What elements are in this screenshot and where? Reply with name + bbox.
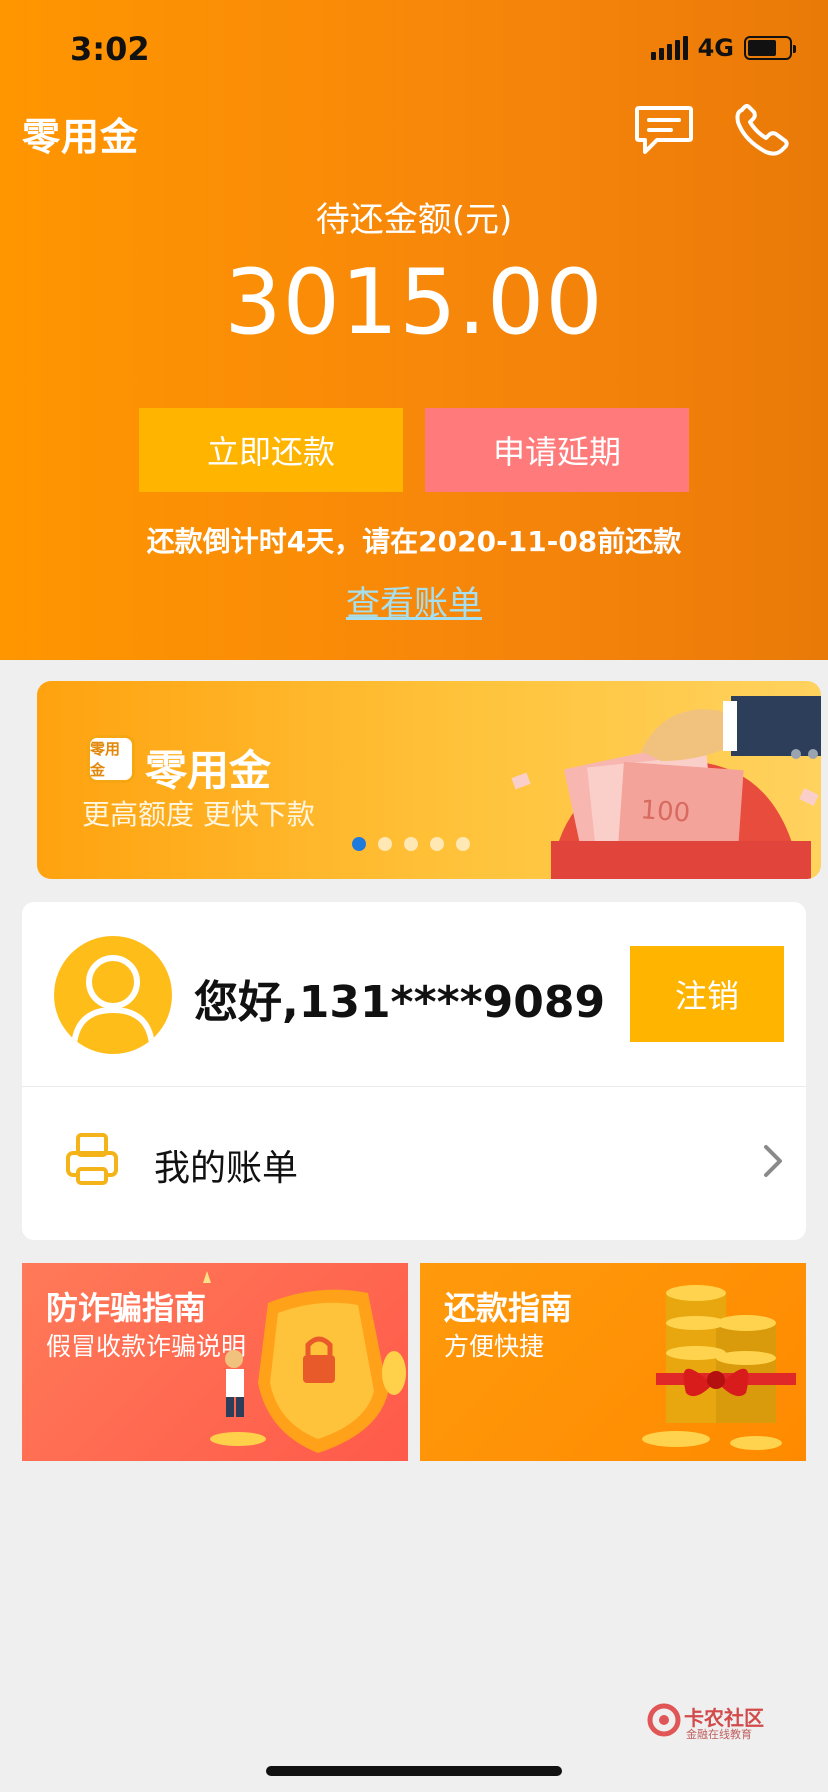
banner-subtitle: 更高额度 更快下款 [82, 798, 315, 831]
gold-coins-gift-illustration [642, 1285, 796, 1450]
message-icon[interactable] [633, 104, 695, 158]
user-avatar-icon [71, 955, 155, 1045]
user-greeting: 您好,131****9089 [194, 977, 606, 1028]
view-bill-link[interactable]: 查看账单 [0, 576, 828, 625]
carousel-dot[interactable] [404, 837, 418, 851]
battery-icon [744, 36, 796, 60]
network-type: 4G [697, 34, 734, 62]
banner-title: 零用金 [145, 746, 272, 795]
anti-fraud-guide-title: 防诈骗指南 [46, 1289, 207, 1327]
money-envelope-illustration: 100 [511, 696, 821, 879]
repayment-guide-subtitle: 方便快捷 [444, 1332, 545, 1361]
carousel-dot[interactable] [378, 837, 392, 851]
signal-icon [650, 36, 688, 60]
my-bill-row[interactable]: 我的账单 [22, 1087, 806, 1240]
promo-banner[interactable]: 零用金 零用金 更高额度 更快下款 100 [37, 681, 821, 879]
repay-now-button[interactable]: 立即还款 [139, 408, 403, 492]
repayment-countdown: 还款倒计时4天，请在2020-11-08前还款 [146, 525, 682, 558]
carousel-dot[interactable] [352, 837, 366, 851]
avatar[interactable] [54, 936, 172, 1054]
status-indicators: 4G [650, 34, 796, 62]
banner-app-logo: 零用金 [87, 735, 135, 783]
watermark-tagline: 金融在线教育 [686, 1728, 752, 1741]
carousel-dot[interactable] [430, 837, 444, 851]
user-card: 您好,131****9089 注销 我的账单 [22, 902, 806, 1240]
home-indicator[interactable] [266, 1766, 562, 1776]
printer-icon [66, 1133, 118, 1185]
shield-lock-illustration [203, 1271, 406, 1453]
carousel-dots[interactable] [352, 837, 470, 851]
apply-extension-button[interactable]: 申请延期 [425, 408, 689, 492]
repayment-guide-tile[interactable]: 还款指南 方便快捷 [420, 1263, 806, 1461]
app-logo: 零用金 [22, 115, 140, 159]
chevron-right-icon [764, 1145, 782, 1177]
header-panel: 3:02 4G 零用金 待还金额(元) 3015.00 立即还款 申请延期 还款… [0, 0, 828, 660]
repayment-guide-title: 还款指南 [444, 1289, 573, 1327]
anti-fraud-guide-tile[interactable]: 防诈骗指南 假冒收款诈骗说明 [22, 1263, 408, 1461]
logout-button[interactable]: 注销 [630, 946, 784, 1042]
carousel-dot[interactable] [456, 837, 470, 851]
svg-text:100: 100 [640, 795, 692, 828]
status-time: 3:02 [70, 30, 150, 68]
amount-due: 3015.00 [224, 250, 604, 355]
my-bill-label: 我的账单 [154, 1148, 299, 1189]
amount-label: 待还金额(元) [315, 200, 513, 240]
phone-icon[interactable] [732, 104, 794, 158]
